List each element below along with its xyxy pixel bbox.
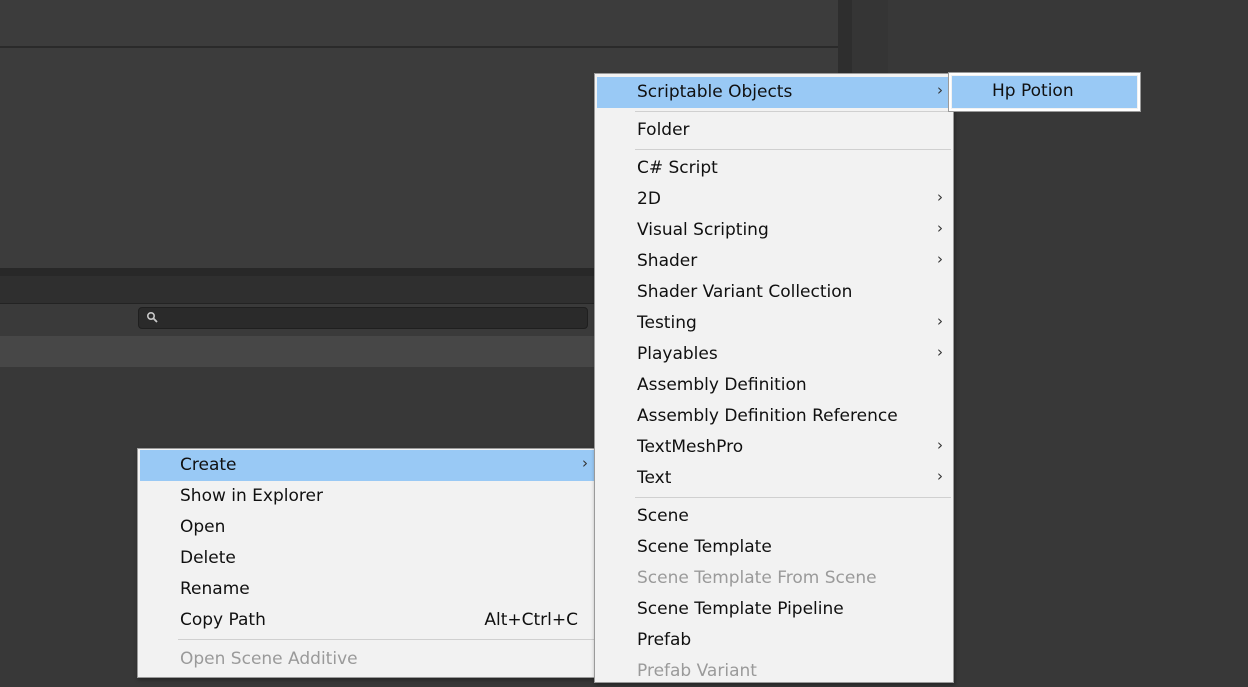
menu-item-scene-template-pipeline[interactable]: Scene Template Pipeline <box>597 594 951 625</box>
context-menu: Create › Show in Explorer Open Delete Re… <box>137 448 599 678</box>
menu-item-scene-template-from-scene: Scene Template From Scene <box>597 563 951 594</box>
chevron-right-icon: › <box>937 436 943 454</box>
menu-separator <box>635 497 951 498</box>
menu-item-label: Text <box>637 468 672 488</box>
panel-splitter[interactable] <box>0 268 600 276</box>
menu-item-label: Scene Template From Scene <box>637 568 877 588</box>
menu-item-label: Rename <box>180 579 250 599</box>
menu-item-shortcut: Alt+Ctrl+C <box>484 610 578 630</box>
menu-item-open[interactable]: Open <box>140 512 596 543</box>
menu-item-scriptable-objects[interactable]: Scriptable Objects › <box>597 77 951 108</box>
chevron-right-icon: › <box>937 467 943 485</box>
menu-item-label: Copy Path <box>180 610 266 630</box>
menu-separator <box>635 111 951 112</box>
menu-item-hp-potion[interactable]: Hp Potion <box>952 76 1137 108</box>
menu-item-label: Testing <box>637 313 697 333</box>
menu-item-label: Shader <box>637 251 698 271</box>
menu-item-label: Prefab Variant <box>637 661 757 681</box>
create-submenu: Scriptable Objects › Folder C# Script 2D… <box>594 73 954 683</box>
menu-item-assembly-definition[interactable]: Assembly Definition <box>597 370 951 401</box>
menu-item-label: Folder <box>637 120 690 140</box>
menu-item-label: Shader Variant Collection <box>637 282 853 302</box>
menu-item-label: Scene Template Pipeline <box>637 599 844 619</box>
menu-item-testing[interactable]: Testing › <box>597 308 951 339</box>
menu-item-label: 2D <box>637 189 661 209</box>
menu-item-assembly-definition-reference[interactable]: Assembly Definition Reference <box>597 401 951 432</box>
project-tab-bar <box>0 276 600 303</box>
menu-item-label: Open <box>180 517 226 537</box>
menu-item-copy-path[interactable]: Copy Path Alt+Ctrl+C <box>140 605 596 636</box>
menu-item-shader[interactable]: Shader › <box>597 246 951 277</box>
menu-item-shader-variant-collection[interactable]: Shader Variant Collection <box>597 277 951 308</box>
menu-item-label: Create <box>180 455 237 475</box>
chevron-right-icon: › <box>937 219 943 237</box>
menu-item-label: Scriptable Objects <box>637 82 793 102</box>
chevron-right-icon: › <box>937 343 943 361</box>
menu-item-label: Scene <box>637 506 689 526</box>
menu-item-label: Scene Template <box>637 537 772 557</box>
menu-item-label: Delete <box>180 548 236 568</box>
menu-item-open-scene-additive: Open Scene Additive <box>140 644 596 675</box>
menu-item-visual-scripting[interactable]: Visual Scripting › <box>597 215 951 246</box>
search-input[interactable] <box>138 307 588 329</box>
menu-item-label: Playables <box>637 344 718 364</box>
menu-item-label: C# Script <box>637 158 718 178</box>
magnifier-icon <box>146 311 158 323</box>
menu-item-label: Visual Scripting <box>637 220 769 240</box>
menu-item-prefab-variant: Prefab Variant <box>597 656 951 687</box>
menu-item-label: Hp Potion <box>992 81 1074 101</box>
chevron-right-icon: › <box>937 250 943 268</box>
menu-item-delete[interactable]: Delete <box>140 543 596 574</box>
menu-item-scene-template[interactable]: Scene Template <box>597 532 951 563</box>
breadcrumb <box>0 336 600 367</box>
menu-item-label: Assembly Definition Reference <box>637 406 898 426</box>
menu-item-label: Open Scene Additive <box>180 649 358 669</box>
menu-item-label: Assembly Definition <box>637 375 807 395</box>
menu-item-create[interactable]: Create › <box>140 450 596 481</box>
menu-item-scene[interactable]: Scene <box>597 501 951 532</box>
menu-item-2d[interactable]: 2D › <box>597 184 951 215</box>
menu-item-label: Prefab <box>637 630 692 650</box>
menu-separator <box>635 149 951 150</box>
chevron-right-icon: › <box>582 454 588 472</box>
menu-item-playables[interactable]: Playables › <box>597 339 951 370</box>
menu-item-show-in-explorer[interactable]: Show in Explorer <box>140 481 596 512</box>
menu-item-textmeshpro[interactable]: TextMeshPro › <box>597 432 951 463</box>
menu-item-rename[interactable]: Rename <box>140 574 596 605</box>
menu-separator <box>178 639 596 640</box>
menu-item-folder[interactable]: Folder <box>597 115 951 146</box>
chevron-right-icon: › <box>937 188 943 206</box>
menu-item-label: Show in Explorer <box>180 486 323 506</box>
menu-item-label: TextMeshPro <box>637 437 744 457</box>
menu-item-csharp-script[interactable]: C# Script <box>597 153 951 184</box>
scene-view-divider <box>0 46 838 48</box>
menu-item-prefab[interactable]: Prefab <box>597 625 951 656</box>
chevron-right-icon: › <box>937 312 943 330</box>
menu-item-text[interactable]: Text › <box>597 463 951 494</box>
chevron-right-icon: › <box>937 81 943 99</box>
scriptable-objects-submenu: Hp Potion <box>949 73 1140 111</box>
